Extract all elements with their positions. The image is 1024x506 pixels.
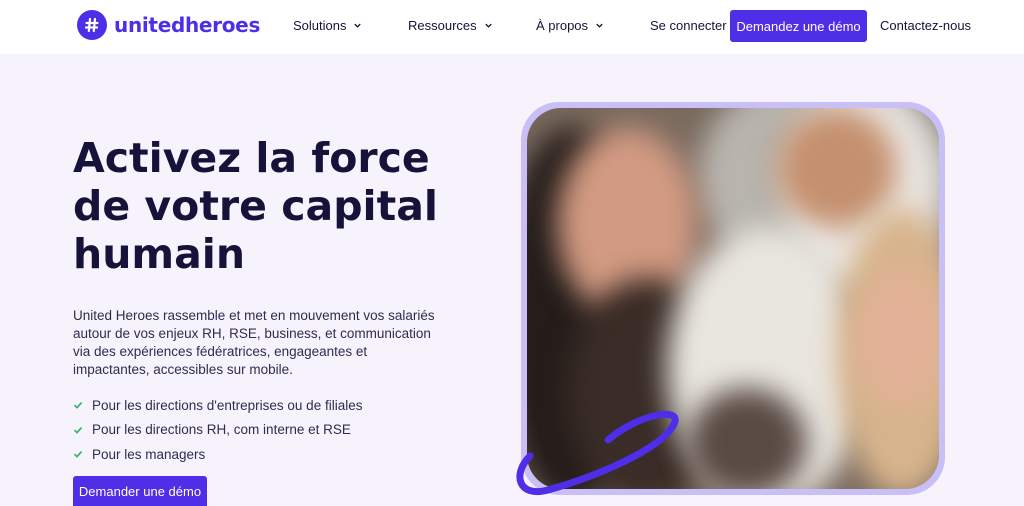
hero-title-line-3: humain xyxy=(73,230,246,278)
hero-title-line-2: de votre capital xyxy=(73,182,438,230)
nav-solutions[interactable]: Solutions xyxy=(293,18,362,33)
chevron-down-icon xyxy=(596,23,603,28)
chevron-down-icon xyxy=(484,23,492,28)
audience-item-label: Pour les directions d'entreprises ou de … xyxy=(92,397,363,413)
demo-button[interactable]: Demandez une démo xyxy=(730,10,867,42)
list-item: Pour les managers xyxy=(73,442,362,467)
check-icon xyxy=(73,402,83,409)
nav-ressources-label: Ressources xyxy=(408,18,477,33)
audience-item-label: Pour les managers xyxy=(92,446,206,462)
check-icon xyxy=(73,426,83,434)
chevron-down-icon xyxy=(354,23,362,28)
hero-title: Activez la force de votre capital humain xyxy=(73,134,473,278)
decorative-swirl xyxy=(516,410,679,495)
check-icon xyxy=(73,451,83,458)
nav-a-propos[interactable]: À propos xyxy=(536,18,604,33)
list-item: Pour les directions d'entreprises ou de … xyxy=(73,393,362,418)
hero-title-line-1: Activez la force xyxy=(73,134,430,182)
nav-a-propos-label: À propos xyxy=(536,18,589,33)
list-item: Pour les directions RH, com interne et R… xyxy=(73,418,362,443)
top-navbar: unitedheroes Solutions Ressources À prop… xyxy=(0,0,1024,54)
hero-description: United Heroes rassemble et met en mouvem… xyxy=(73,308,435,377)
brand-logo[interactable]: unitedheroes xyxy=(77,10,260,40)
hashtag-logo-icon xyxy=(77,10,107,40)
nav-solutions-label: Solutions xyxy=(293,18,347,33)
login-link[interactable]: Se connecter xyxy=(650,18,727,33)
audience-item-label: Pour les directions RH, com interne et R… xyxy=(92,422,351,438)
contact-link[interactable]: Contactez-nous xyxy=(880,18,971,33)
hero-demo-button[interactable]: Demander une démo xyxy=(73,476,207,506)
brand-name: unitedheroes xyxy=(114,13,261,37)
nav-ressources[interactable]: Ressources xyxy=(408,18,493,33)
audience-list: Pour les directions d'entreprises ou de … xyxy=(73,393,362,467)
